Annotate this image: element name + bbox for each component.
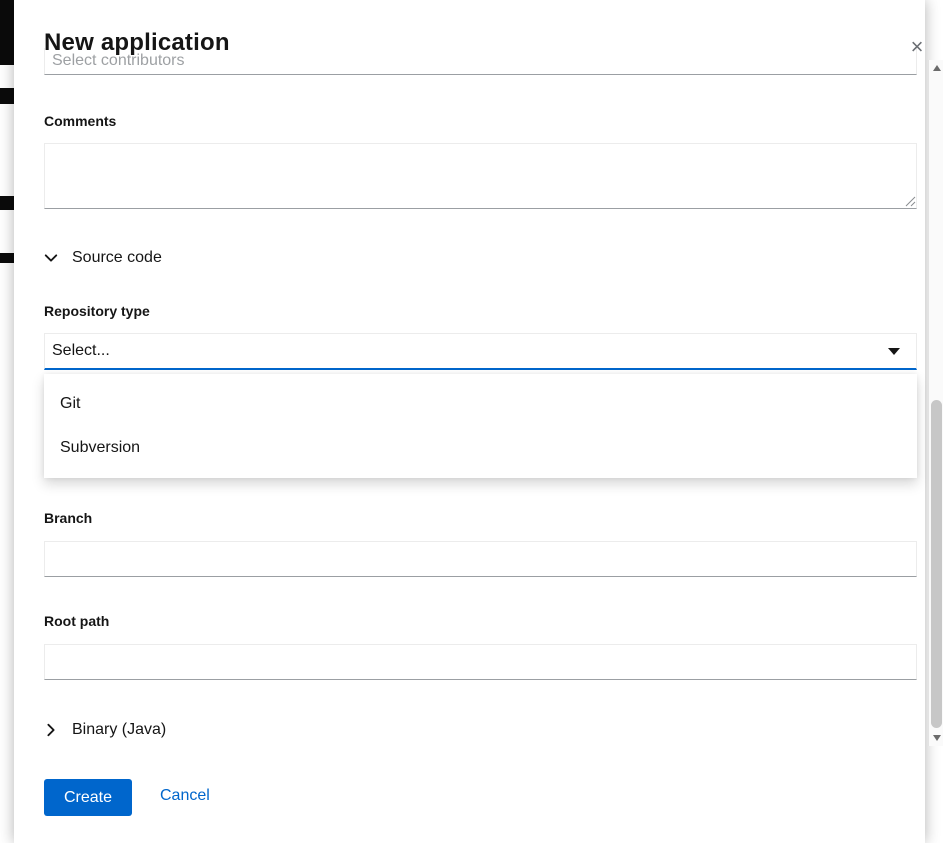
- cancel-button[interactable]: Cancel: [160, 787, 210, 805]
- branch-label: Branch: [44, 509, 92, 527]
- source-code-section-label: Source code: [72, 249, 162, 267]
- background-fragment: [0, 88, 14, 104]
- scrollbar-thumb[interactable]: [931, 400, 942, 728]
- modal-title: New application: [44, 28, 230, 58]
- new-application-modal: New application × Comments Source code R…: [14, 0, 925, 843]
- comments-label: Comments: [44, 112, 116, 130]
- repository-type-menu: Git Subversion: [44, 374, 917, 478]
- chevron-down-icon: [44, 251, 62, 265]
- app-root: New application × Comments Source code R…: [0, 0, 943, 843]
- menu-item-git[interactable]: Git: [44, 382, 917, 426]
- create-button[interactable]: Create: [44, 779, 132, 816]
- caret-down-icon: [888, 348, 900, 355]
- root-path-input[interactable]: [44, 644, 917, 680]
- root-path-label: Root path: [44, 612, 109, 630]
- binary-java-section-label: Binary (Java): [72, 721, 166, 739]
- backdrop-strip: [0, 0, 14, 843]
- chevron-right-icon: [44, 723, 62, 737]
- branch-input[interactable]: [44, 541, 917, 577]
- background-fragment: [0, 196, 14, 210]
- comments-textarea[interactable]: [44, 143, 917, 209]
- source-code-section-toggle[interactable]: Source code: [44, 245, 162, 271]
- scrollbar-track[interactable]: [928, 60, 943, 746]
- repository-type-label: Repository type: [44, 302, 150, 320]
- binary-java-section-toggle[interactable]: Binary (Java): [44, 717, 166, 743]
- repository-type-select[interactable]: Select...: [44, 333, 917, 370]
- close-icon[interactable]: ×: [902, 32, 932, 62]
- scrollbar-down-arrow-icon[interactable]: [929, 730, 943, 746]
- repository-type-selected-value: Select...: [45, 342, 888, 360]
- background-fragment: [0, 253, 14, 263]
- background-fragment: [0, 0, 14, 65]
- scrollbar-up-arrow-icon[interactable]: [929, 60, 943, 76]
- menu-item-subversion[interactable]: Subversion: [44, 426, 917, 470]
